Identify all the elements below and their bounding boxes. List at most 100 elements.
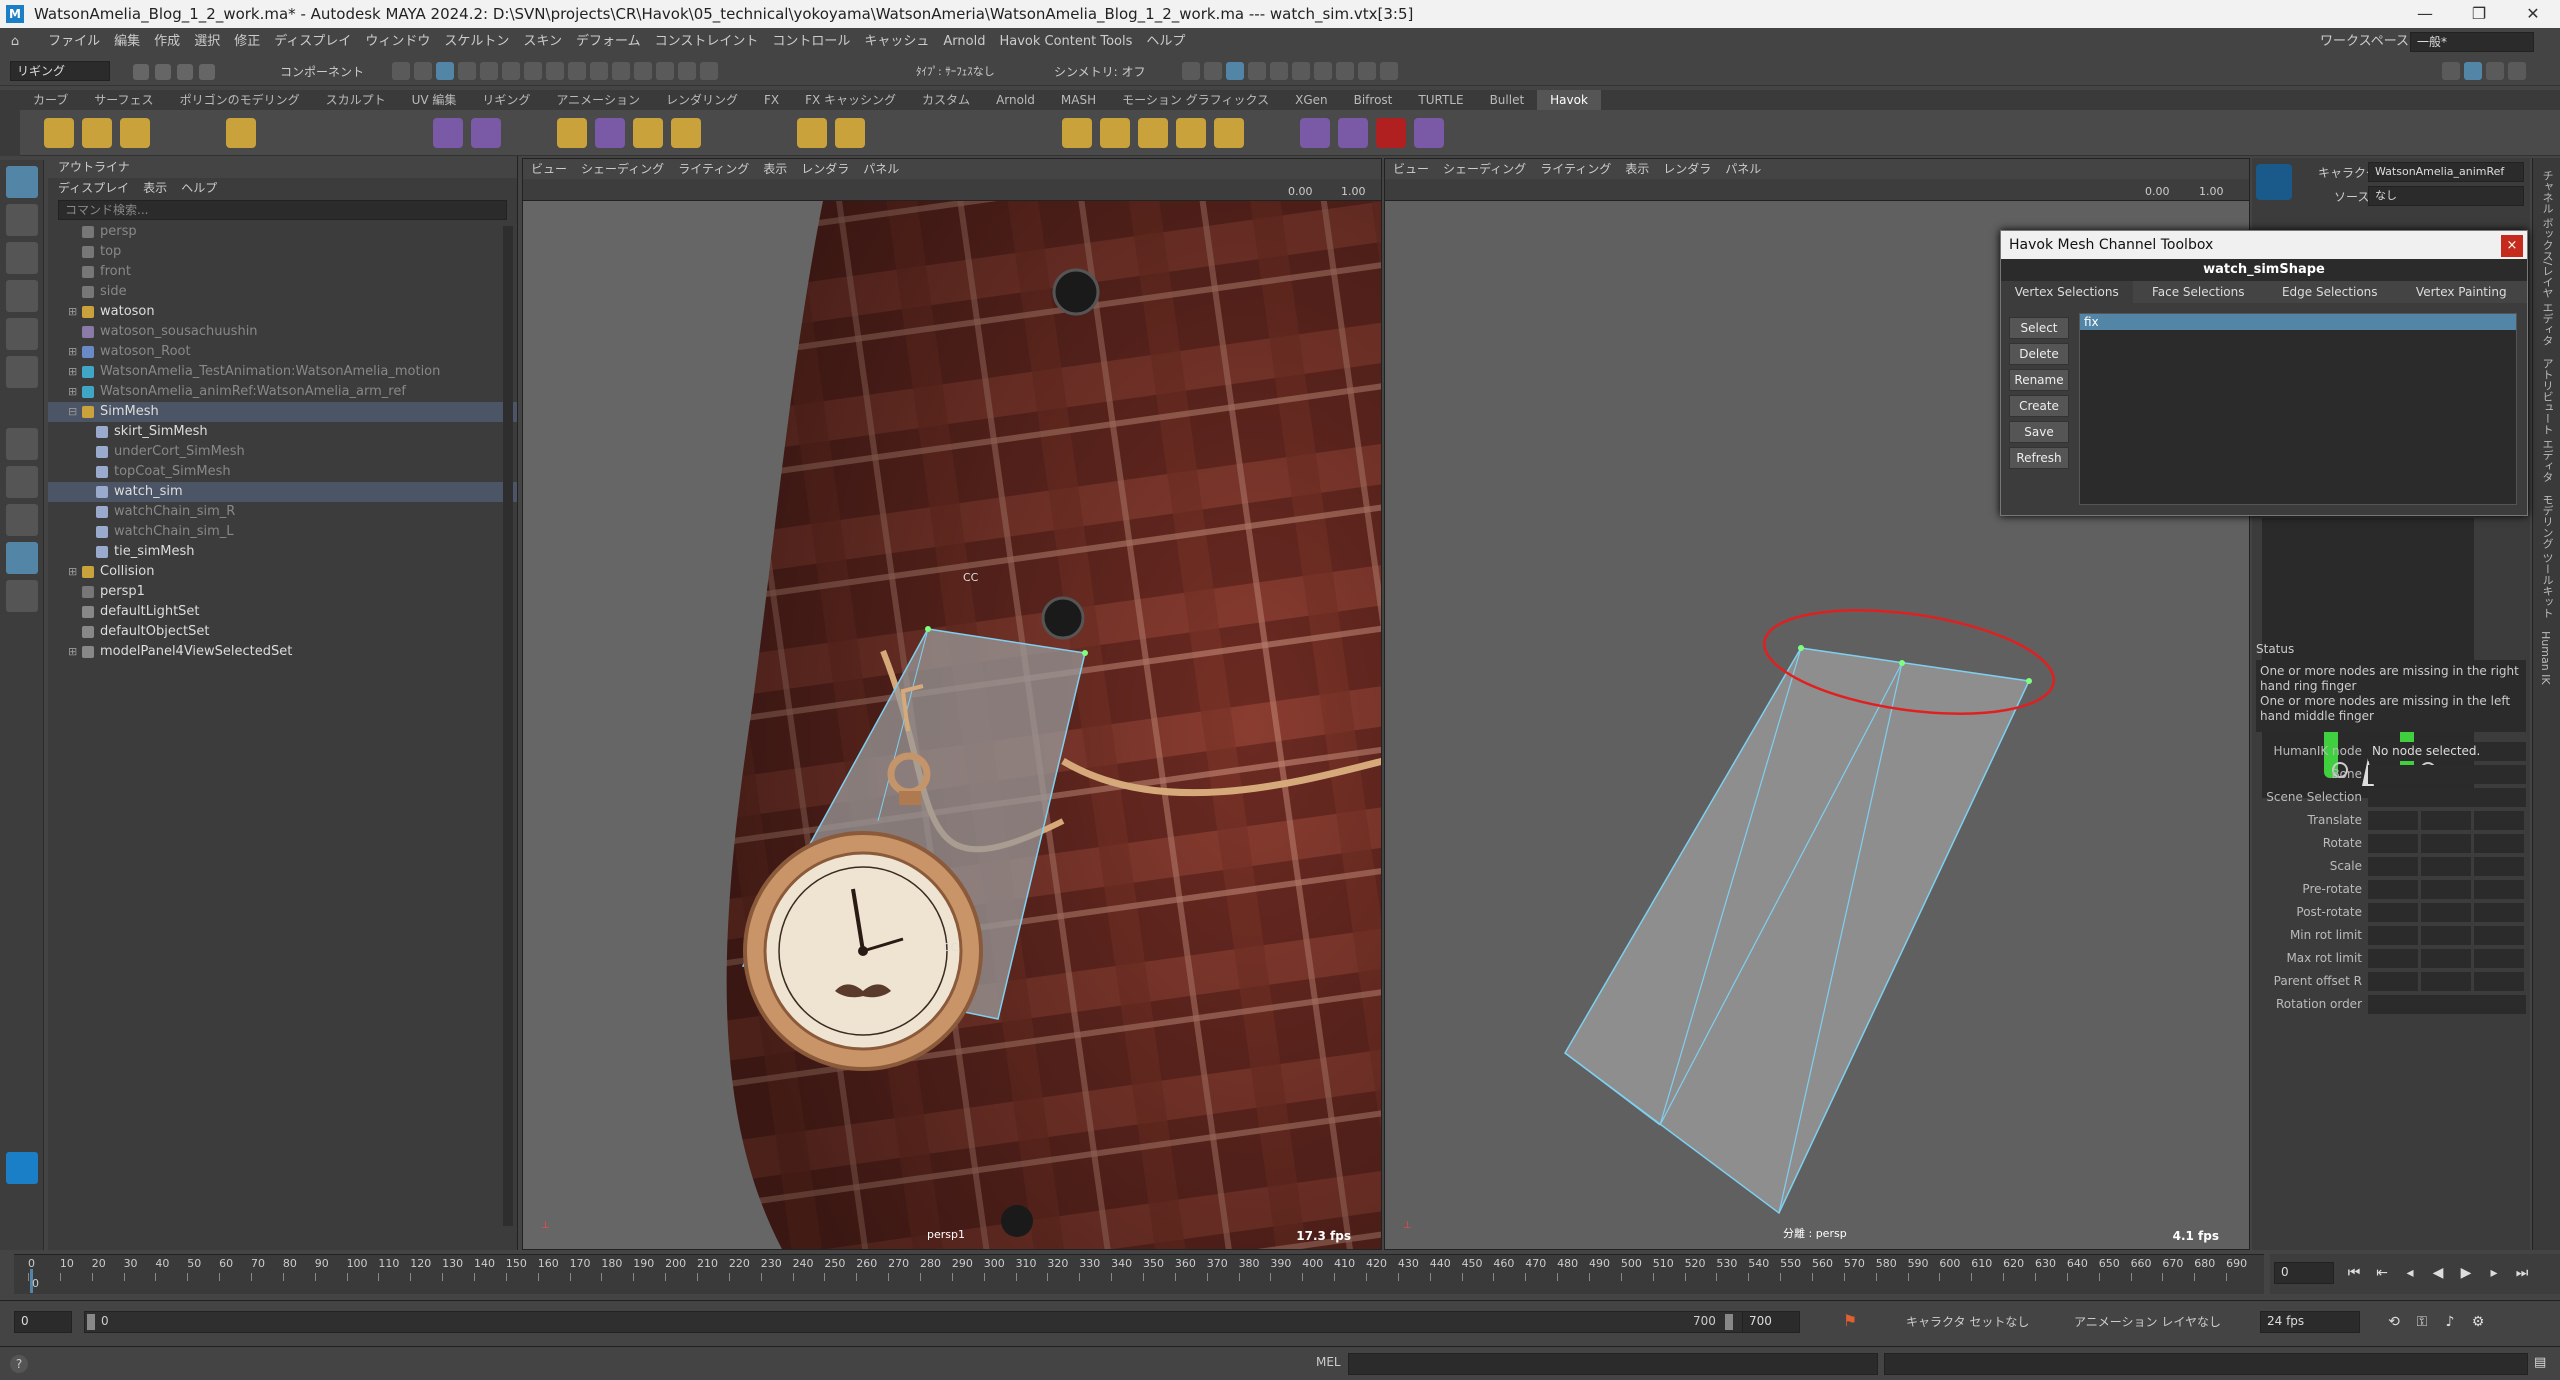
menu-item[interactable]: 編集: [114, 34, 140, 49]
havok-shelf-icon[interactable]: [835, 118, 866, 148]
havok-shelf-icon[interactable]: [1375, 118, 1406, 148]
range-handle-left[interactable]: [87, 1314, 95, 1330]
prop-value-cell[interactable]: [2474, 972, 2524, 991]
prop-value-cell[interactable]: [2421, 811, 2471, 830]
snap-icon[interactable]: [678, 62, 696, 80]
shelf-tab[interactable]: FX キャッシング: [792, 90, 909, 110]
expand-toggle-icon[interactable]: ⊞: [68, 342, 82, 362]
expand-toggle-icon[interactable]: ⊞: [68, 302, 82, 322]
havok-shelf-icon[interactable]: [120, 118, 151, 148]
mode-select[interactable]: リギング: [10, 61, 110, 81]
shelf-tab[interactable]: カスタム: [909, 90, 983, 110]
outliner-menu-item[interactable]: 表示: [143, 181, 167, 195]
outliner-row[interactable]: ⊞ WatsonAmelia_animRef:WatsonAmelia_arm_r…: [48, 382, 517, 402]
prop-value[interactable]: [2368, 995, 2526, 1014]
viewport-menu-item[interactable]: シェーディング: [581, 162, 664, 176]
four-view-icon[interactable]: [6, 466, 38, 498]
shelf-gear-icon[interactable]: [0, 90, 20, 156]
viewport-menu-item[interactable]: 表示: [1625, 162, 1649, 176]
type-label[interactable]: ﾀｲﾌﾟ: ｻｰﾌｪｽなし: [916, 63, 995, 79]
range-handle-right[interactable]: [1725, 1314, 1733, 1330]
shelf-tab[interactable]: アニメーション: [543, 90, 653, 110]
outliner-row[interactable]: side: [48, 282, 517, 302]
character-set-label[interactable]: キャラクタ セットなし: [1906, 1313, 2029, 1330]
outliner-row[interactable]: skirt_SimMesh: [48, 422, 517, 442]
havok-tab[interactable]: Vertex Painting: [2396, 281, 2528, 303]
havok-selection-list[interactable]: fix: [2079, 313, 2517, 505]
play-back-icon[interactable]: ◀: [2427, 1262, 2449, 1284]
prop-value-cell[interactable]: [2368, 880, 2418, 899]
symmetry-label[interactable]: シンメトリ: オフ: [1054, 63, 1146, 80]
viewport-menu-item[interactable]: 表示: [763, 162, 787, 176]
menu-item[interactable]: ヘルプ: [1146, 34, 1185, 49]
prop-value[interactable]: [2368, 788, 2526, 807]
shelf-tab[interactable]: Havok: [1537, 90, 1601, 110]
prop-value-cell[interactable]: [2368, 949, 2418, 968]
exposure-field[interactable]: 0.00: [1288, 185, 1313, 198]
prop-value-cell[interactable]: [2421, 880, 2471, 899]
character-select[interactable]: WatsonAmelia_animRef: [2368, 162, 2524, 182]
render-icon[interactable]: [1226, 62, 1244, 80]
exposure-field[interactable]: 0.00: [2145, 185, 2170, 198]
mask-icon[interactable]: [480, 62, 498, 80]
expand-toggle-icon[interactable]: ⊞: [68, 562, 82, 582]
havok-select-button[interactable]: Select: [2009, 317, 2069, 339]
havok-shelf-icon[interactable]: [797, 118, 828, 148]
havok-save-button[interactable]: Save: [2009, 421, 2069, 443]
prop-value-cell[interactable]: [2421, 949, 2471, 968]
gamma-field[interactable]: 1.00: [1341, 185, 1366, 198]
layout-icon[interactable]: [2464, 62, 2482, 80]
havok-shelf-icon[interactable]: [82, 118, 113, 148]
prop-value-cell[interactable]: [2368, 972, 2418, 991]
outliner-row[interactable]: defaultObjectSet: [48, 622, 517, 642]
keys-icon[interactable]: ⚿: [2411, 1311, 2433, 1333]
mel-label[interactable]: MEL: [1316, 1355, 1341, 1369]
outliner-row[interactable]: watchChain_sim_L: [48, 522, 517, 542]
search-icon[interactable]: [6, 580, 38, 612]
shelf-tab[interactable]: TURTLE: [1405, 90, 1476, 110]
mask-icon[interactable]: [392, 62, 410, 80]
workspace-select[interactable]: 一般*: [2410, 32, 2534, 52]
havok-shelf-icon[interactable]: [1137, 118, 1168, 148]
help-icon[interactable]: ?: [10, 1355, 28, 1373]
havok-create-button[interactable]: Create: [2009, 395, 2069, 417]
outliner-row[interactable]: topCoat_SimMesh: [48, 462, 517, 482]
shelf-tab[interactable]: カーブ: [20, 90, 81, 110]
prop-value-cell[interactable]: [2421, 972, 2471, 991]
render-icon[interactable]: [1358, 62, 1376, 80]
render-icon[interactable]: [1292, 62, 1310, 80]
prop-value-cell[interactable]: [2368, 926, 2418, 945]
paint-select-tool-icon[interactable]: [6, 242, 38, 274]
snap-icon[interactable]: [700, 62, 718, 80]
prop-value-cell[interactable]: [2421, 903, 2471, 922]
menu-item[interactable]: デフォーム: [576, 34, 641, 49]
snap-icon[interactable]: [612, 62, 630, 80]
menu-item[interactable]: 修正: [234, 34, 260, 49]
havok-close-button[interactable]: ×: [2501, 235, 2523, 257]
menu-item[interactable]: スケルトン: [444, 34, 509, 49]
mask-icon[interactable]: [414, 62, 432, 80]
go-to-end-icon[interactable]: ⏭: [2511, 1262, 2533, 1284]
new-scene-icon[interactable]: [133, 64, 149, 80]
outliner-row[interactable]: ⊞ watoson_Root: [48, 342, 517, 362]
prop-value-cell[interactable]: [2474, 949, 2524, 968]
home-icon[interactable]: ⌂: [0, 28, 30, 56]
havok-tab[interactable]: Edge Selections: [2264, 281, 2396, 303]
source-select[interactable]: なし: [2368, 186, 2524, 206]
prop-value-cell[interactable]: [2474, 926, 2524, 945]
loop-icon[interactable]: ⟲: [2383, 1311, 2405, 1333]
havok-shelf-icon[interactable]: [470, 118, 501, 148]
outliner-row[interactable]: underCort_SimMesh: [48, 442, 517, 462]
snap-icon[interactable]: [590, 62, 608, 80]
havok-shelf-icon[interactable]: [1099, 118, 1130, 148]
fps-select[interactable]: 24 fps: [2260, 1311, 2360, 1333]
side-tab[interactable]: アトリビュート エディタ: [2539, 358, 2555, 483]
maya-home-icon[interactable]: [6, 1152, 38, 1184]
viewport-menu-item[interactable]: パネル: [1725, 162, 1761, 176]
shelf-tab[interactable]: Bifrost: [1341, 90, 1406, 110]
prop-value-cell[interactable]: [2368, 903, 2418, 922]
havok-delete-button[interactable]: Delete: [2009, 343, 2069, 365]
shelf-tab[interactable]: UV 編集: [399, 90, 470, 110]
outliner-row[interactable]: defaultLightSet: [48, 602, 517, 622]
viewport-menu-item[interactable]: ライティング: [1540, 162, 1611, 176]
